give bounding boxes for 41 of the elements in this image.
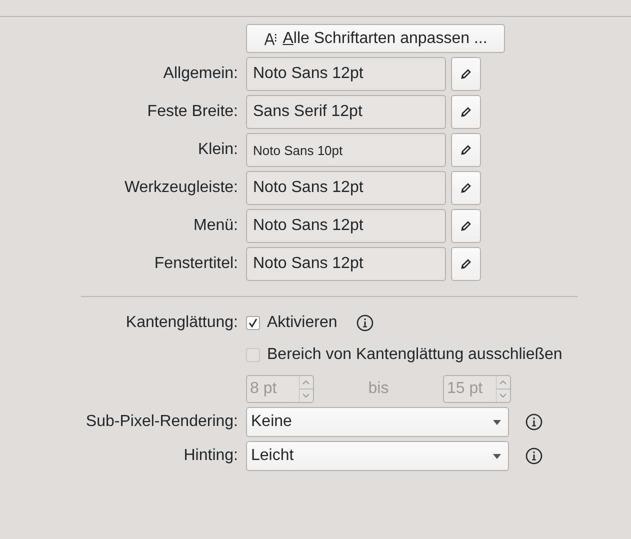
- pencil-icon: [460, 106, 472, 118]
- edit-font-button[interactable]: [451, 57, 481, 91]
- font-size-icon: [264, 32, 278, 46]
- font-field: Noto Sans 12pt: [246, 57, 446, 91]
- edit-font-button[interactable]: [451, 209, 481, 243]
- field-label: Sub-Pixel-Rendering:: [86, 413, 238, 431]
- dropdown[interactable]: Leicht: [246, 441, 509, 471]
- edit-font-button[interactable]: [451, 247, 481, 281]
- field-label: Kantenglättung:: [126, 314, 238, 332]
- adjust-all-button[interactable]: Alle Schriftarten anpassen ...: [246, 24, 505, 53]
- field-label: Klein:: [198, 141, 238, 159]
- field-label: Werkzeugleiste:: [124, 179, 238, 197]
- edit-font-button[interactable]: [451, 133, 481, 167]
- edit-font-button[interactable]: [451, 171, 481, 205]
- font-field: Sans Serif 12pt: [246, 95, 446, 129]
- pencil-icon: [460, 220, 472, 232]
- field-label: Menü:: [194, 217, 238, 235]
- edit-font-button[interactable]: [451, 95, 481, 129]
- info-icon: [356, 314, 374, 332]
- info-icon: [525, 447, 543, 465]
- font-field: Noto Sans 10pt: [246, 133, 446, 167]
- stepper-arrows-icon: [299, 376, 313, 402]
- pencil-icon: [460, 182, 472, 194]
- dropdown-arrow-icon: [493, 454, 501, 458]
- font-field: Noto Sans 12pt: [246, 209, 446, 243]
- field-label: Fenstertitel:: [154, 255, 238, 273]
- stepper-arrows-icon: [496, 376, 510, 402]
- checkmark-icon: [248, 318, 258, 328]
- dropdown[interactable]: Keine: [246, 407, 509, 437]
- info-icon: [525, 413, 543, 431]
- pencil-icon: [460, 144, 472, 156]
- dropdown-arrow-icon: [493, 420, 501, 424]
- field-label: Allgemein:: [163, 65, 238, 83]
- pencil-icon: [460, 258, 472, 270]
- font-field: Noto Sans 12pt: [246, 247, 446, 281]
- checkbox[interactable]: Aktivieren: [246, 314, 338, 332]
- range-separator: bis: [367, 380, 390, 398]
- field-label: Hinting:: [184, 447, 238, 465]
- pencil-icon: [460, 68, 472, 80]
- font-field: Noto Sans 12pt: [246, 171, 446, 205]
- field-label: Feste Breite:: [147, 103, 238, 121]
